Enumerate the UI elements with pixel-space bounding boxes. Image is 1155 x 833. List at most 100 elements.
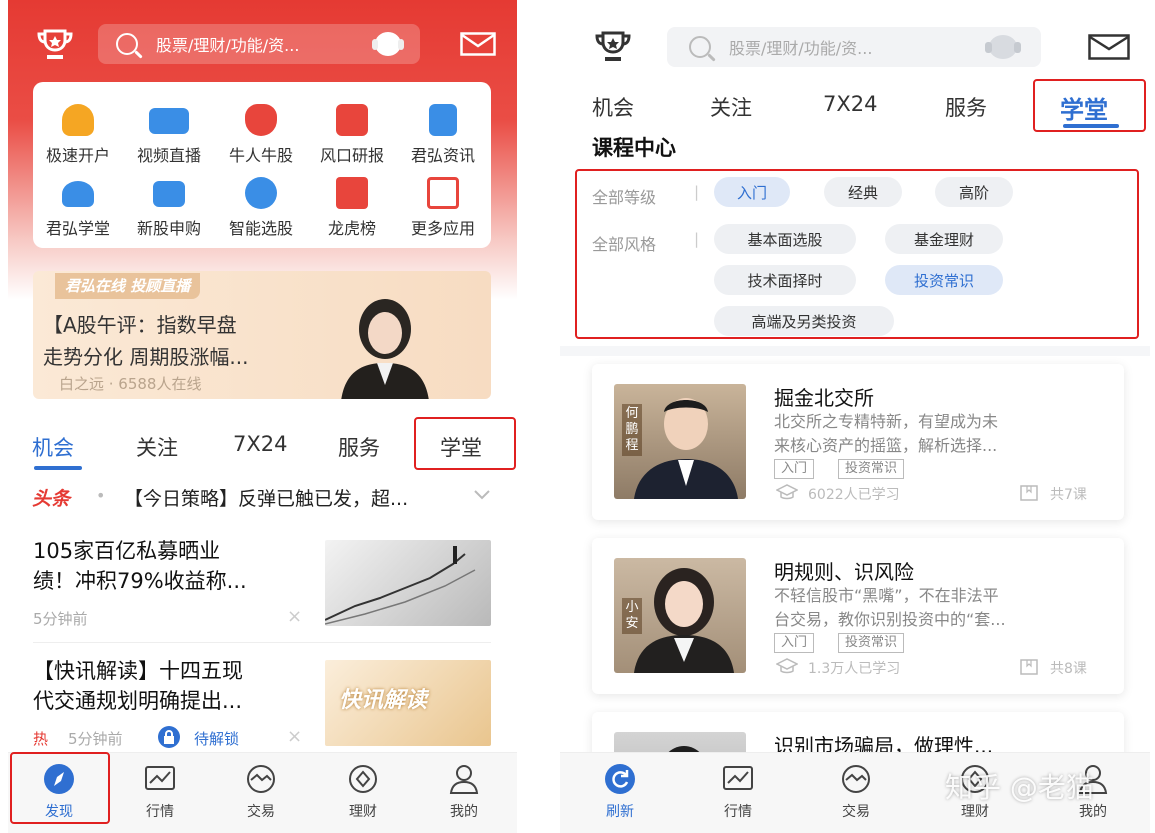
news-item-2-thumbnail: 快讯解读 [325,660,491,746]
nav-market[interactable]: 行情 [125,763,195,821]
wealth-icon [347,763,379,795]
close-icon[interactable]: × [287,726,302,747]
active-tab-underline [34,466,82,470]
banner-line-1: 【A股午评：指数早盘 [43,313,237,337]
annotation-box-filters [575,169,1139,339]
mail-icon[interactable] [460,32,496,56]
video-camera-icon [149,108,189,134]
banner-line-2: 走势分化 周期股涨幅... [43,345,249,369]
course-2-desc: 不轻信股市“黑嘴”，不在非法平 台交易，教你识别投资中的“套... [774,586,1006,629]
user-account-icon [62,104,94,136]
grid-item-smart-pick[interactable]: 智能选股 [215,177,307,239]
course-2-tag-topic: 投资常识 [838,633,905,653]
grid-item-new-stock[interactable]: 新股申购 [123,177,215,239]
lock-icon [158,726,180,748]
report-icon [336,104,368,136]
trophy-icon[interactable] [36,28,74,62]
search-placeholder: 股票/理财/功能/资... [156,36,300,55]
headline-text[interactable]: 【今日策略】反弹已触已发，超... [124,484,408,511]
grid-item-video-live[interactable]: 视频直播 [123,104,215,166]
user-icon [448,763,480,795]
nav-mine[interactable]: 我的 [429,763,499,821]
course-1-tag-topic: 投资常识 [838,459,905,479]
course-1-instructor-photo: 何鹏程 [614,384,746,499]
chart-icon [144,763,176,795]
section-title: 课程中心 [592,136,676,160]
trophy-icon[interactable] [594,30,632,64]
headset-icon[interactable] [370,30,406,58]
star-badge-icon [336,177,368,209]
section-gap [560,346,1150,356]
course-2-title: 明规则、识风险 [774,560,914,584]
smart-pick-icon [245,177,277,209]
tab-service[interactable]: 服务 [338,432,380,462]
tab-follow[interactable]: 关注 [136,432,178,462]
search-icon [689,36,711,58]
grid-item-junhong-school[interactable]: 君弘学堂 [32,177,124,239]
host-portrait [333,289,439,399]
tab-follow[interactable]: 关注 [710,92,752,122]
hot-badge: 热 [33,730,49,748]
annotation-box-school-tab [414,417,516,470]
tab-opportunity[interactable]: 机会 [592,92,634,122]
refresh-icon [604,763,636,795]
bull-icon [245,104,277,136]
tab-7x24[interactable]: 7X24 [823,92,877,116]
grid-item-dragon-tiger[interactable]: 龙虎榜 [306,177,398,239]
grid-item-junhong-news[interactable]: 君弘资讯 [397,104,489,166]
headline-tag: 头条 [32,488,71,510]
course-1-lessons: 共7课 [1050,487,1087,503]
trade-icon [245,763,277,795]
news-item-2-time: 5分钟前 [68,730,123,748]
news-doc-icon [429,104,457,136]
course-card-1[interactable]: 何鹏程 掘金北交所 北交所之专精特新，有望成为未 来核心资产的摇篮，解析选择..… [592,364,1124,520]
headset-icon[interactable] [983,33,1023,61]
nav-market[interactable]: 行情 [703,763,773,821]
nav-wealth[interactable]: 理财 [328,763,398,821]
course-2-learners: 1.3万人已学习 [808,661,901,677]
course-2-lessons: 共8课 [1050,661,1087,677]
unlock-status[interactable]: 待解锁 [194,728,239,749]
grid-item-research-report[interactable]: 风口研报 [306,104,398,166]
new-stock-icon [153,181,185,207]
course-1-desc: 北交所之专精特新，有望成为未 来核心资产的摇篮，解析选择... [774,412,999,455]
close-icon[interactable]: × [287,606,302,627]
trade-icon [840,763,872,795]
course-1-tag-level: 入门 [774,459,815,479]
chevron-down-icon[interactable] [474,490,490,500]
nav-trade[interactable]: 交易 [226,763,296,821]
nav-trade[interactable]: 交易 [821,763,891,821]
grid-item-bull-stock[interactable]: 牛人牛股 [215,104,307,166]
annotation-box-school-tab [1033,79,1146,132]
nav-refresh[interactable]: 刷新 [585,763,655,821]
tab-opportunity[interactable]: 机会 [32,432,74,462]
mail-icon[interactable] [1088,34,1130,60]
news-item-2-title[interactable]: 【快讯解读】十四五现 代交通规划明确提出... [33,656,243,716]
tab-service[interactable]: 服务 [945,92,987,122]
course-2-tag-level: 入门 [774,633,815,653]
quick-app-grid: 极速开户 视频直播 牛人牛股 风口研报 君弘资讯 君弘学堂 新股申购 智能选股 … [33,82,491,248]
lessons-icon [1020,485,1038,501]
course-1-learners: 6022人已学习 [808,487,900,503]
search-bar[interactable]: 股票/理财/功能/资... [667,27,1041,67]
tab-7x24[interactable]: 7X24 [233,432,287,456]
live-banner[interactable]: 君弘在线 投顾直播 【A股午评：指数早盘 走势分化 周期股涨幅... 白之远 ·… [33,271,491,399]
learners-icon [776,484,798,500]
search-icon [116,33,138,55]
graduation-cap-icon [62,181,94,207]
divider [33,642,491,643]
news-item-1-title[interactable]: 105家百亿私募晒业 绩！冲积79%收益称... [33,536,247,596]
course-card-2[interactable]: 小安 明规则、识风险 不轻信股市“黑嘴”，不在非法平 台交易，教你识别投资中的“… [592,538,1124,694]
grid-item-fast-account[interactable]: 极速开户 [32,104,124,166]
more-apps-icon [427,177,459,209]
search-bar[interactable]: 股票/理财/功能/资... [98,24,420,64]
right-phone-screen: 股票/理财/功能/资... 机会 关注 7X24 服务 学堂 课程中心 全部等级… [560,0,1150,833]
annotation-box-discover-nav [10,752,110,824]
course-1-title: 掘金北交所 [774,386,874,410]
grid-item-more-apps[interactable]: 更多应用 [397,177,489,239]
news-item-1-time: 5分钟前 [33,610,88,628]
banner-tag: 君弘在线 投顾直播 [55,273,201,299]
headline-dot: • [96,486,106,505]
news-item-1-thumbnail [325,540,491,626]
watermark: 知乎 @老猫 [945,771,1094,804]
